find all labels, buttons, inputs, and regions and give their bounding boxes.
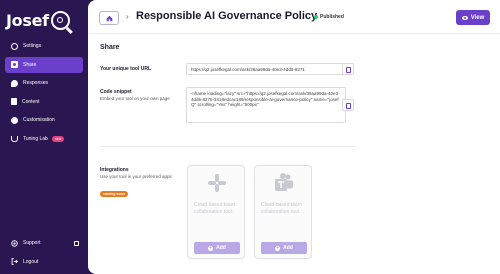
integration-card-slack: Cloud-based team collaboration tool. + A…: [187, 165, 245, 259]
chevron-right-icon: ›: [126, 12, 129, 21]
sidebar-item-logout[interactable]: Logout: [5, 254, 83, 270]
snippet-description: Embed your tool on your own page: [100, 96, 170, 101]
copy-url-button[interactable]: [342, 63, 354, 75]
integrations-description: Use your tool in your preferred apps: [100, 174, 172, 179]
header-divider: [88, 33, 500, 34]
sidebar-item-support[interactable]: Support: [5, 235, 83, 251]
copy-snippet-button[interactable]: [342, 99, 354, 111]
eye-icon: [461, 15, 468, 20]
gear-icon: [11, 42, 18, 50]
copy-icon: [346, 67, 351, 73]
slack-icon: [208, 174, 226, 192]
logout-icon: [11, 258, 18, 265]
chat-icon: [11, 79, 18, 87]
copy-icon: [346, 103, 351, 109]
sidebar-item-label: Logout: [23, 258, 39, 265]
sidebar-item-label: Responses: [23, 80, 49, 86]
sidebar-item-label: Support: [23, 240, 41, 246]
home-icon: [106, 15, 113, 22]
sidebar-item-label: Customisation: [23, 117, 55, 123]
view-button[interactable]: View: [456, 10, 490, 25]
sidebar-item-label: Content: [22, 98, 40, 105]
page-header: › Responsible AI Governance Policy Publi…: [88, 0, 500, 36]
plus-icon: +: [275, 244, 281, 251]
plus-icon: +: [208, 244, 214, 251]
add-teams-button[interactable]: + Add: [261, 242, 307, 254]
brush-icon: [11, 116, 18, 124]
sidebar: Josef Settings Share Responses Content C…: [0, 0, 88, 274]
add-slack-button[interactable]: + Add: [194, 242, 240, 254]
josef-q-logo[interactable]: Josef: [6, 5, 70, 35]
add-button-label: Add: [216, 245, 226, 251]
code-snippet-field[interactable]: <iframe loading="lazy" src="https://q2.j…: [186, 87, 346, 123]
page-title: Responsible AI Governance Policy: [136, 10, 318, 22]
add-button-label: Add: [283, 245, 293, 251]
document-icon: [11, 98, 17, 105]
help-icon: [11, 239, 18, 247]
sidebar-item-tuning-lab[interactable]: Tuning Lab new: [5, 131, 83, 147]
snippet-label: Code snippet: [100, 89, 132, 95]
integrations-label: Integrations: [100, 167, 129, 173]
sidebar-item-label: Settings: [23, 43, 42, 49]
logo-q-icon: [50, 10, 70, 30]
external-link-icon: [74, 240, 79, 246]
sidebar-item-share[interactable]: Share: [5, 56, 83, 73]
sidebar-item-responses[interactable]: Responses: [5, 75, 83, 91]
tool-url-field[interactable]: https://q2.josefkegal.com/ask/36aa99da-4…: [186, 63, 346, 75]
microsoft-teams-icon: [275, 173, 293, 191]
sidebar-item-customisation[interactable]: Customisation: [5, 112, 83, 128]
coming-soon-badge: coming soon: [100, 191, 128, 197]
new-badge: new: [51, 135, 65, 142]
published-dot-icon: [314, 15, 318, 19]
flask-icon: [11, 135, 18, 142]
url-label: Your unique tool URL: [100, 66, 152, 72]
logo-text: Josef: [6, 10, 49, 30]
integration-description: Cloud-based team collaboration tool.: [194, 202, 235, 215]
sidebar-nav: Settings Share Responses Content Customi…: [5, 38, 83, 149]
integration-card-teams: Cloud-based team collaboration tool. + A…: [254, 165, 312, 259]
view-button-label: View: [470, 14, 485, 21]
status-badge: Published: [314, 14, 344, 20]
home-button[interactable]: [99, 11, 119, 25]
status-text: Published: [320, 14, 344, 20]
sidebar-bottom: Support Logout: [5, 235, 83, 272]
main-panel: › Responsible AI Governance Policy Publi…: [88, 0, 500, 274]
section-divider: [100, 146, 356, 147]
sidebar-item-label: Tuning Lab: [23, 135, 48, 142]
sidebar-item-content[interactable]: Content: [5, 94, 83, 110]
section-title: Share: [100, 44, 120, 51]
integration-description: Cloud-based team collaboration tool.: [261, 202, 302, 215]
sidebar-item-label: Share: [23, 61, 37, 68]
sidebar-item-settings[interactable]: Settings: [5, 38, 83, 54]
share-icon: [11, 61, 18, 68]
